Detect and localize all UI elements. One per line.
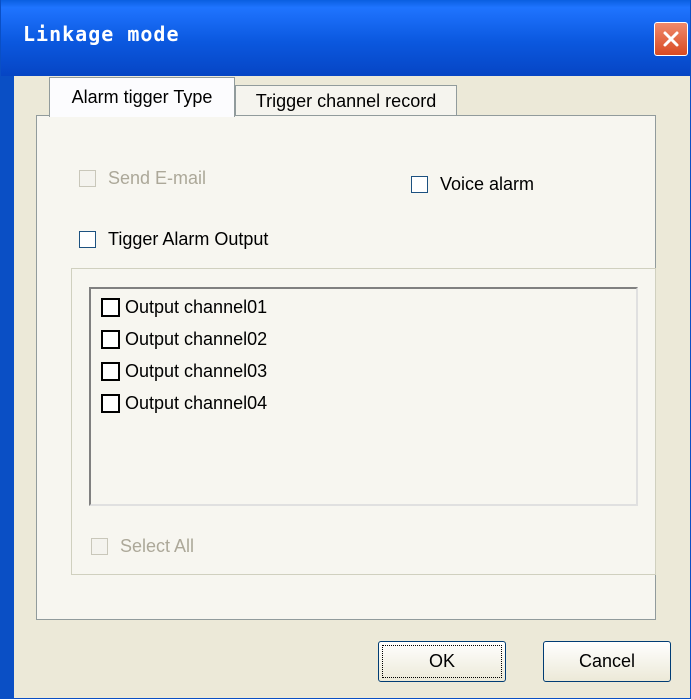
list-item[interactable]: Output channel03 xyxy=(101,361,267,382)
voice-alarm-label: Voice alarm xyxy=(440,174,535,194)
cancel-button[interactable]: Cancel xyxy=(543,641,671,682)
tab-alarm-trigger-type[interactable]: Alarm tigger Type xyxy=(49,77,235,117)
list-item[interactable]: Output channel04 xyxy=(101,393,267,414)
trigger-alarm-output-checkbox[interactable]: Tigger Alarm Output xyxy=(79,229,268,250)
list-item[interactable]: Output channel01 xyxy=(101,297,267,318)
output-channel-label: Output channel01 xyxy=(125,297,268,317)
voice-alarm-checkbox[interactable]: Voice alarm xyxy=(411,174,534,195)
close-icon xyxy=(663,31,679,47)
trigger-alarm-output-label: Tigger Alarm Output xyxy=(108,229,269,249)
title-bar[interactable]: Linkage mode xyxy=(1,0,690,76)
output-channel-label: Output channel03 xyxy=(125,361,268,381)
output-channel-label: Output channel04 xyxy=(125,393,268,413)
send-email-label: Send E-mail xyxy=(108,168,207,188)
checkbox-box xyxy=(101,394,120,413)
checkbox-box xyxy=(79,170,96,187)
checkbox-box xyxy=(411,176,428,193)
checkbox-box xyxy=(79,231,96,248)
checkbox-box xyxy=(101,298,120,317)
tab-trigger-channel-record[interactable]: Trigger channel record xyxy=(235,85,457,117)
close-button[interactable] xyxy=(654,22,688,56)
checkbox-box xyxy=(101,362,120,381)
checkbox-box xyxy=(91,538,108,555)
output-channel-list[interactable]: Output channel01 Output channel02 Output… xyxy=(89,287,638,506)
send-email-checkbox[interactable]: Send E-mail xyxy=(79,168,206,189)
ok-button[interactable]: OK xyxy=(378,641,506,682)
list-item[interactable]: Output channel02 xyxy=(101,329,267,350)
checkbox-box xyxy=(101,330,120,349)
window-frame-left xyxy=(1,76,14,698)
select-all-label: Select All xyxy=(120,536,195,556)
output-channel-label: Output channel02 xyxy=(125,329,268,349)
dialog-window: Linkage mode Alarm tigger Type Trigger c… xyxy=(0,0,691,699)
select-all-checkbox[interactable]: Select All xyxy=(91,536,194,557)
window-title: Linkage mode xyxy=(23,22,180,46)
